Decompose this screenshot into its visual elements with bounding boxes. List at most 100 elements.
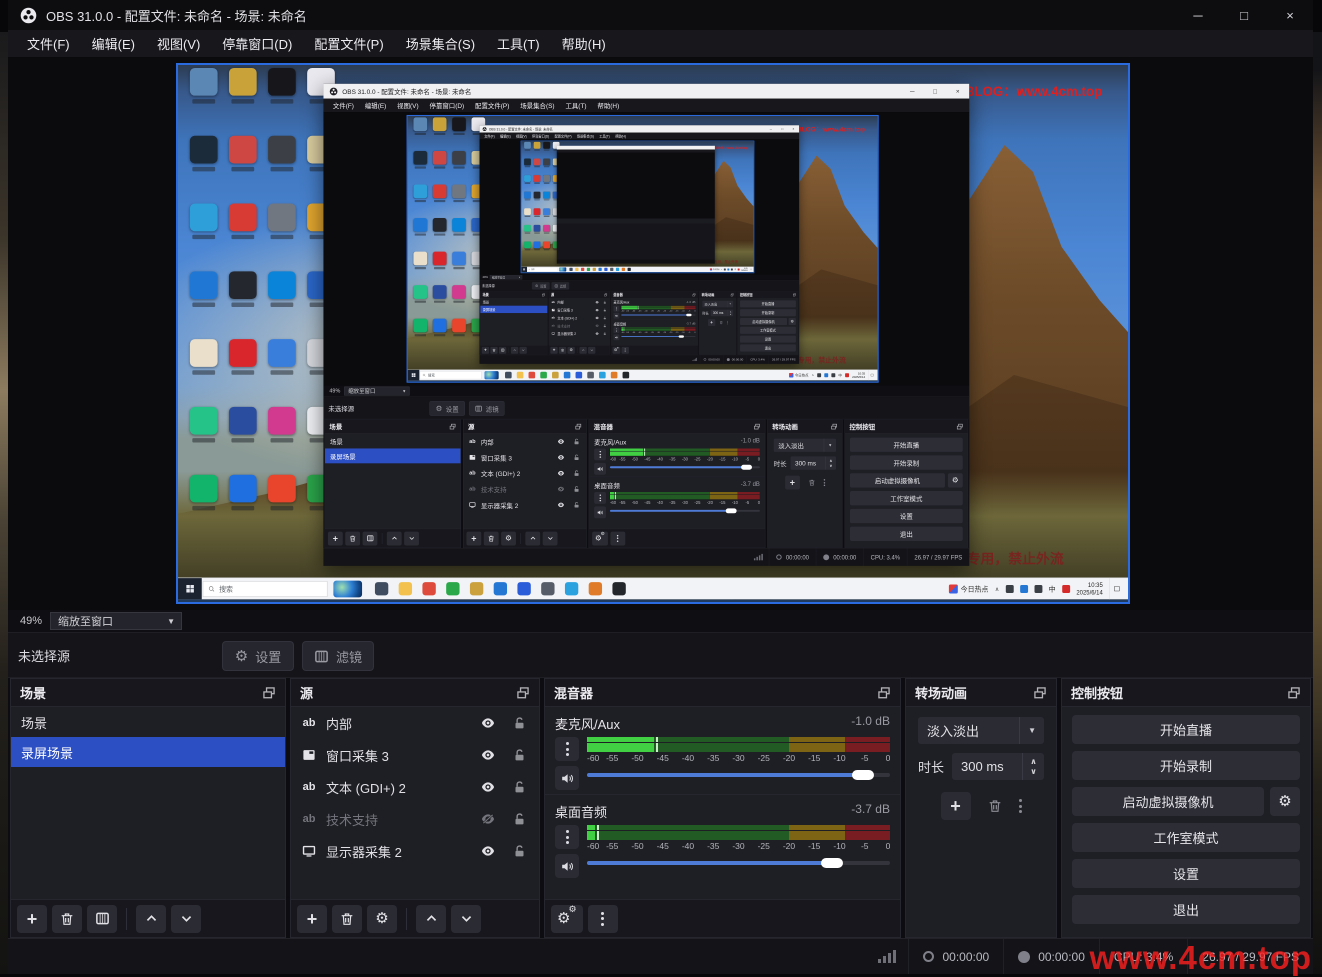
volume-meter [610, 495, 760, 499]
volume-meter [587, 831, 890, 840]
db-tick-label: -60 [587, 753, 599, 763]
volume-slider[interactable] [587, 768, 890, 782]
virtual-camera-button[interactable]: 启动虚拟摄像机 [1072, 787, 1264, 816]
zoom-mode-dropdown[interactable]: 缩放至窗口▼ [50, 612, 182, 630]
source-item[interactable]: 显示器采集 2 [291, 835, 539, 867]
network-signal-icon [690, 358, 700, 361]
mixer-channel-name: 桌面音频 [555, 802, 607, 821]
remove-scene-button[interactable] [52, 905, 82, 933]
desktop-icon [262, 407, 301, 475]
stream-timer: 00:00:00 [700, 355, 723, 364]
scene-item[interactable]: 录屏场景 [11, 737, 285, 767]
move-scene-down-button[interactable] [171, 905, 201, 933]
close-button: × [788, 125, 799, 132]
visibility-eye-icon[interactable] [476, 748, 500, 762]
mixer-title: 混音器 [554, 683, 593, 702]
unlock-icon[interactable] [507, 812, 531, 827]
unlock-icon[interactable] [507, 716, 531, 731]
source-properties-button[interactable]: ⚙设置 [222, 641, 294, 671]
menu-item-4[interactable]: 配置文件(P) [303, 30, 394, 57]
menu-item-1[interactable]: 编辑(E) [81, 30, 146, 57]
advanced-audio-button[interactable]: ⚙⚙ [551, 905, 583, 933]
source-item[interactable]: 窗口采集 3 [291, 739, 539, 771]
scene-filters-button[interactable] [87, 905, 117, 933]
unlock-icon [602, 308, 608, 312]
source-item[interactable]: ab内部 [291, 707, 539, 739]
stream-status-icon [923, 951, 934, 962]
add-scene-button[interactable]: + [17, 905, 47, 933]
db-tick-label: 0 [886, 753, 891, 763]
unlock-icon[interactable] [507, 748, 531, 763]
visibility-eye-off-icon[interactable] [476, 812, 500, 826]
db-tick-label: -45 [644, 456, 650, 461]
menu-item-7[interactable]: 帮助(H) [551, 30, 617, 57]
chevron-down-icon: ▼ [161, 617, 181, 626]
add-transition-button[interactable]: + [941, 792, 971, 820]
mute-speaker-icon[interactable] [555, 766, 579, 790]
preview-canvas[interactable]: BLOG：www.4cm.top 教学专用，禁止外流 OBS 31.0.0 - … [176, 63, 1130, 604]
desktop-icon [430, 151, 449, 185]
db-tick-label: -5 [861, 753, 869, 763]
db-tick-label: -10 [682, 310, 685, 312]
move-source-up-button[interactable] [416, 905, 446, 933]
desktop-icon [411, 151, 430, 185]
menu-item-0[interactable]: 文件(F) [16, 30, 81, 57]
visibility-eye-icon[interactable] [476, 844, 500, 858]
unlock-icon[interactable] [507, 844, 531, 859]
search-label: 搜索 [531, 268, 534, 270]
move-source-down-button[interactable] [451, 905, 481, 933]
transition-menu-button[interactable] [1019, 799, 1022, 813]
remove-transition-button[interactable] [987, 798, 1003, 814]
duration-spinner[interactable]: 300 ms∧∨ [952, 753, 1044, 780]
source-item[interactable]: ab文本 (GDI+) 2 [291, 771, 539, 803]
menu-item-5[interactable]: 场景集合(S) [395, 30, 486, 57]
taskbar-app-icon [569, 268, 572, 271]
visibility-eye-icon [594, 301, 600, 304]
move-scene-up-button[interactable] [136, 905, 166, 933]
source-filters-button[interactable]: 滤镜 [302, 641, 374, 671]
add-source-button[interactable]: + [297, 905, 327, 933]
popout-icon[interactable] [1287, 686, 1301, 700]
studio-mode-button[interactable]: 工作室模式 [1072, 823, 1300, 852]
volume-slider[interactable] [587, 856, 890, 870]
transition-select[interactable]: 淡入淡出▼ [918, 717, 1044, 744]
settings-button[interactable]: 设置 [1072, 859, 1300, 888]
mixer-options-button[interactable] [555, 825, 579, 849]
popout-icon[interactable] [516, 686, 530, 700]
mute-speaker-icon[interactable] [555, 854, 579, 878]
minimize-button[interactable]: ─ [1175, 0, 1221, 30]
visibility-eye-icon[interactable] [476, 780, 500, 794]
transitions-dock-header: 转场动画 [906, 679, 1056, 707]
popout-icon[interactable] [877, 686, 891, 700]
mixer-options-button[interactable] [555, 737, 579, 761]
virtual-camera-settings-button[interactable]: ⚙ [1270, 787, 1300, 816]
source-properties-gear-button[interactable]: ⚙ [367, 905, 397, 933]
scene-item[interactable]: 场景 [11, 707, 285, 737]
db-tick-label: -55 [606, 753, 618, 763]
spinner-arrows-icon[interactable]: ∧∨ [1022, 753, 1044, 780]
maximize-button[interactable]: □ [1221, 0, 1267, 30]
duration-spinner: 300 ms∧∨ [791, 456, 837, 469]
preview-zoom-row: 49% 缩放至窗口▼ [8, 610, 1313, 632]
exit-button[interactable]: 退出 [1072, 895, 1300, 924]
popout-icon[interactable] [262, 686, 276, 700]
visibility-eye-icon[interactable] [476, 716, 500, 730]
menu-item-6[interactable]: 工具(T) [486, 30, 551, 57]
visibility-eye-icon [594, 316, 600, 319]
text-source-icon: ab [467, 486, 477, 492]
remove-source-button[interactable] [332, 905, 362, 933]
menu-item-3[interactable]: 停靠窗口(D) [211, 30, 303, 57]
desktop-icon [430, 218, 449, 252]
source-item[interactable]: ab技术支持 [291, 803, 539, 835]
desktop-icon [223, 136, 262, 204]
mixer-channel-list: 麦克风/Aux-1.0 dB-60-55-50-45-40-35-30-25-2… [589, 434, 765, 529]
popout-icon[interactable] [1033, 686, 1047, 700]
taskbar-clock: 10:352025/6/14 [741, 268, 747, 272]
db-tick-label: -15 [719, 500, 725, 505]
start-streaming-button[interactable]: 开始直播 [1072, 715, 1300, 744]
close-button[interactable]: × [1267, 0, 1313, 30]
start-recording-button[interactable]: 开始录制 [1072, 751, 1300, 780]
unlock-icon[interactable] [507, 780, 531, 795]
menu-item-2[interactable]: 视图(V) [146, 30, 211, 57]
mixer-menu-button[interactable] [588, 905, 618, 933]
